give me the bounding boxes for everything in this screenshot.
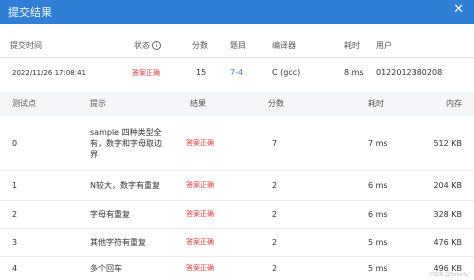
- table-row: 0 sample 四种类型全有，数字和字母取边界 答案正确 7 7 ms 512…: [0, 116, 474, 171]
- tests-header-row: 测试点 提示 结果 分数 耗时 内存: [0, 92, 474, 116]
- duration-value: 8 ms: [344, 68, 364, 77]
- test-id: 3: [12, 237, 18, 247]
- table-row: 4 多个回车 答案正确 2 5 ms 496 KB: [0, 256, 474, 280]
- info-icon[interactable]: i: [152, 41, 161, 50]
- test-result-badge: 答案正确: [186, 181, 214, 189]
- test-id: 4: [12, 263, 18, 273]
- col-status: 状态 i: [134, 35, 161, 57]
- score-value: 15: [196, 68, 207, 77]
- col-test-score: 分数: [268, 99, 284, 108]
- test-time: 6 ms: [368, 180, 388, 190]
- col-time: 耗时: [368, 99, 384, 108]
- col-compiler: 编译器: [272, 41, 296, 50]
- col-hint: 提示: [90, 99, 106, 108]
- test-hint: N较大，数字有重复: [90, 180, 160, 190]
- user-value: 0122012380208: [376, 68, 443, 77]
- summary-row: 2022/11/26 17:08:41 答案正确 15 7-4 C (gcc) …: [0, 58, 474, 88]
- dialog-title: 提交结果: [8, 6, 52, 19]
- test-hint: 多个回车: [90, 263, 122, 273]
- col-submit-time: 提交时间: [10, 41, 42, 50]
- test-time: 5 ms: [368, 237, 388, 247]
- test-score: 2: [272, 263, 278, 273]
- test-score: 2: [272, 180, 278, 190]
- test-hint: sample 四种类型全有，数字和字母取边界: [90, 127, 162, 159]
- col-duration: 耗时: [344, 41, 360, 50]
- test-time: 7 ms: [368, 138, 388, 148]
- test-memory: 328 KB: [433, 209, 462, 219]
- col-score: 分数: [192, 41, 208, 50]
- col-problem: 题目: [230, 41, 246, 50]
- dialog-header: 提交结果 ✕: [0, 0, 474, 24]
- summary-header-row: 提交时间 状态 i 分数 题目 编译器 耗时 用户: [0, 35, 474, 58]
- test-time: 6 ms: [368, 209, 388, 219]
- test-hint: 其他字符有重复: [90, 237, 146, 247]
- test-id: 1: [12, 180, 18, 190]
- test-id: 0: [12, 138, 18, 148]
- problem-link[interactable]: 7-4: [230, 58, 243, 88]
- table-row: 2 字母有重复 答案正确 2 6 ms 328 KB: [0, 200, 474, 229]
- test-time: 5 ms: [368, 263, 388, 273]
- test-result-badge: 答案正确: [186, 139, 214, 147]
- test-memory: 512 KB: [433, 138, 462, 148]
- col-result: 结果: [190, 99, 206, 108]
- watermark: CSDN @Smurfy: [429, 272, 468, 278]
- col-test-point: 测试点: [12, 99, 36, 108]
- test-score: 2: [272, 209, 278, 219]
- test-score: 2: [272, 237, 278, 247]
- test-result-badge: 答案正确: [186, 210, 214, 218]
- compiler-value: C (gcc): [272, 68, 301, 77]
- test-result-badge: 答案正确: [186, 238, 214, 246]
- col-user: 用户: [376, 41, 392, 50]
- table-row: 3 其他字符有重复 答案正确 2 5 ms 476 KB: [0, 228, 474, 257]
- table-row: 1 N较大，数字有重复 答案正确 2 6 ms 204 KB: [0, 170, 474, 201]
- test-result-badge: 答案正确: [186, 264, 214, 272]
- status-badge: 答案正确: [132, 69, 160, 77]
- test-id: 2: [12, 209, 18, 219]
- col-status-label: 状态: [134, 41, 150, 50]
- col-memory: 内存: [446, 99, 462, 108]
- test-score: 7: [272, 138, 278, 148]
- close-icon[interactable]: ✕: [453, 2, 464, 17]
- submit-time: 2022/11/26 17:08:41: [12, 69, 87, 77]
- test-memory: 204 KB: [433, 180, 462, 190]
- test-hint: 字母有重复: [90, 209, 130, 219]
- test-memory: 476 KB: [433, 237, 462, 247]
